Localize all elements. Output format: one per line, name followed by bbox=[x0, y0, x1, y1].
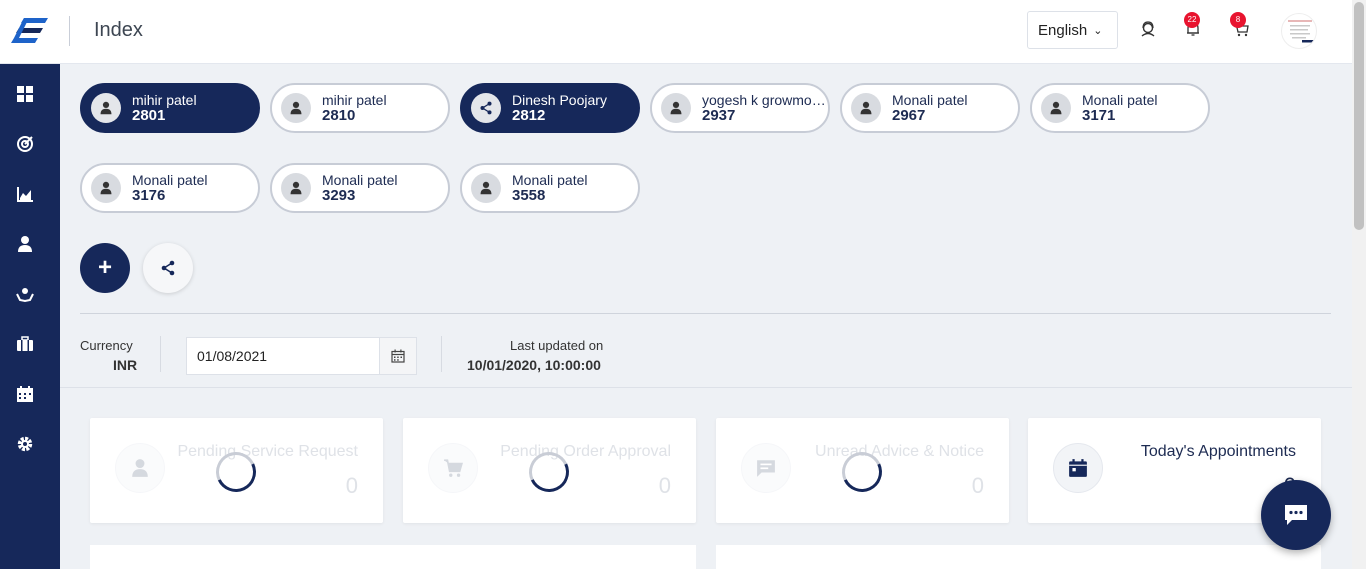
section-divider bbox=[80, 313, 1331, 314]
language-selector[interactable]: English ⌄ bbox=[1027, 11, 1118, 49]
calendar-icon bbox=[1053, 443, 1103, 493]
notification-count-badge: 22 bbox=[1184, 12, 1200, 28]
calendar-icon[interactable] bbox=[16, 385, 34, 403]
account-name: Monali patel bbox=[1082, 92, 1158, 108]
user-icon bbox=[115, 443, 165, 493]
user-avatar[interactable] bbox=[1281, 13, 1317, 49]
account-info: Monali patel 3176 bbox=[132, 172, 258, 204]
account-number: 3293 bbox=[322, 187, 356, 204]
message-icon bbox=[741, 443, 791, 493]
user-icon bbox=[661, 93, 691, 123]
card-title: Today's Appointments bbox=[1140, 443, 1296, 460]
page-title: Index bbox=[94, 19, 143, 41]
bottom-panel-right bbox=[716, 545, 1321, 569]
card-value: 0 bbox=[971, 473, 984, 498]
plus-icon: + bbox=[97, 254, 112, 281]
account-number: 2812 bbox=[512, 107, 546, 124]
account-name: Monali patel bbox=[512, 172, 588, 188]
support-agent-icon[interactable] bbox=[1139, 20, 1157, 38]
top-header: Index English ⌄ 22 8 bbox=[0, 0, 1352, 64]
account-pill[interactable]: Dinesh Poojary 2812 bbox=[460, 83, 640, 133]
account-info: mihir patel 2801 bbox=[132, 92, 258, 124]
share-icon bbox=[471, 93, 501, 123]
filter-bottom-border bbox=[60, 387, 1352, 388]
date-picker[interactable]: 01/08/2021 bbox=[186, 337, 417, 375]
card-value: 0 bbox=[345, 473, 358, 498]
header-divider bbox=[69, 16, 70, 46]
account-number: 3176 bbox=[132, 187, 166, 204]
account-number: 2937 bbox=[702, 107, 736, 124]
user-icon bbox=[91, 173, 121, 203]
chart-icon[interactable] bbox=[16, 185, 34, 203]
account-pill[interactable]: Monali patel 2967 bbox=[840, 83, 1020, 133]
card-value: 0 bbox=[658, 473, 671, 498]
account-name: Monali patel bbox=[132, 172, 208, 188]
scrollbar-thumb[interactable] bbox=[1354, 2, 1364, 230]
card-title: Pending Order Approval bbox=[500, 443, 671, 460]
account-info: mihir patel 2810 bbox=[322, 92, 448, 124]
account-info: Monali patel 3558 bbox=[512, 172, 638, 204]
user-icon bbox=[281, 93, 311, 123]
account-info: Monali patel 3293 bbox=[322, 172, 448, 204]
account-name: mihir patel bbox=[132, 92, 197, 108]
account-pill[interactable]: Monali patel 3171 bbox=[1030, 83, 1210, 133]
account-name: Monali patel bbox=[892, 92, 968, 108]
dashboard-icon[interactable] bbox=[16, 85, 34, 103]
account-info: Monali patel 2967 bbox=[892, 92, 1018, 124]
avatar-image-icon bbox=[1288, 20, 1314, 43]
account-info: Dinesh Poojary 2812 bbox=[512, 92, 638, 124]
account-info: Monali patel 3171 bbox=[1082, 92, 1208, 124]
language-value: English bbox=[1038, 21, 1088, 39]
user-icon bbox=[1041, 93, 1071, 123]
account-pill[interactable]: mihir patel 2810 bbox=[270, 83, 450, 133]
settings-icon[interactable] bbox=[16, 435, 34, 453]
card-title: Unread Advice & Notice bbox=[815, 443, 984, 460]
currency-label: Currency bbox=[80, 338, 133, 353]
brand-logo[interactable] bbox=[10, 16, 50, 46]
currency-value: INR bbox=[113, 357, 138, 373]
account-number: 2810 bbox=[322, 107, 356, 124]
share-button[interactable] bbox=[143, 243, 193, 293]
account-pill[interactable]: Monali patel 3176 bbox=[80, 163, 260, 213]
account-number: 3558 bbox=[512, 187, 546, 204]
account-number: 3171 bbox=[1082, 107, 1116, 124]
filter-separator bbox=[441, 336, 442, 372]
user-icon bbox=[851, 93, 881, 123]
user-icon bbox=[91, 93, 121, 123]
account-pill[interactable]: yogesh k growmo… 2937 bbox=[650, 83, 830, 133]
user-icon bbox=[471, 173, 501, 203]
sidebar bbox=[0, 64, 60, 569]
bottom-panel-left bbox=[90, 545, 696, 569]
account-name: yogesh k growmo… bbox=[702, 92, 826, 108]
chat-button[interactable] bbox=[1261, 480, 1331, 550]
account-name: Dinesh Poojary bbox=[512, 92, 607, 108]
filter-separator bbox=[160, 336, 161, 372]
account-pill[interactable]: Monali patel 3558 bbox=[460, 163, 640, 213]
user-icon[interactable] bbox=[16, 235, 34, 253]
share-icon bbox=[161, 260, 175, 276]
target-icon[interactable] bbox=[16, 135, 34, 153]
chat-icon bbox=[1285, 505, 1307, 525]
account-info: yogesh k growmo… 2937 bbox=[702, 92, 828, 124]
last-updated-label: Last updated on bbox=[510, 338, 604, 353]
date-input[interactable]: 01/08/2021 bbox=[187, 348, 379, 364]
last-updated-value: 10/01/2020, 10:00:00 bbox=[467, 357, 601, 373]
account-name: mihir patel bbox=[322, 92, 387, 108]
cart-icon bbox=[428, 443, 478, 493]
card-title: Pending Service Request bbox=[177, 443, 358, 460]
briefcase-icon[interactable] bbox=[16, 335, 34, 353]
user-icon bbox=[281, 173, 311, 203]
add-account-button[interactable]: + bbox=[80, 243, 130, 293]
account-name: Monali patel bbox=[322, 172, 398, 188]
account-number: 2801 bbox=[132, 107, 166, 124]
account-pill[interactable]: Monali patel 3293 bbox=[270, 163, 450, 213]
calendar-button[interactable] bbox=[379, 338, 416, 374]
calendar-icon bbox=[391, 349, 405, 363]
chevron-down-icon: ⌄ bbox=[1093, 24, 1103, 37]
cart-count-badge: 8 bbox=[1230, 12, 1246, 28]
hands-icon[interactable] bbox=[16, 285, 34, 303]
account-pill[interactable]: mihir patel 2801 bbox=[80, 83, 260, 133]
account-number: 2967 bbox=[892, 107, 926, 124]
